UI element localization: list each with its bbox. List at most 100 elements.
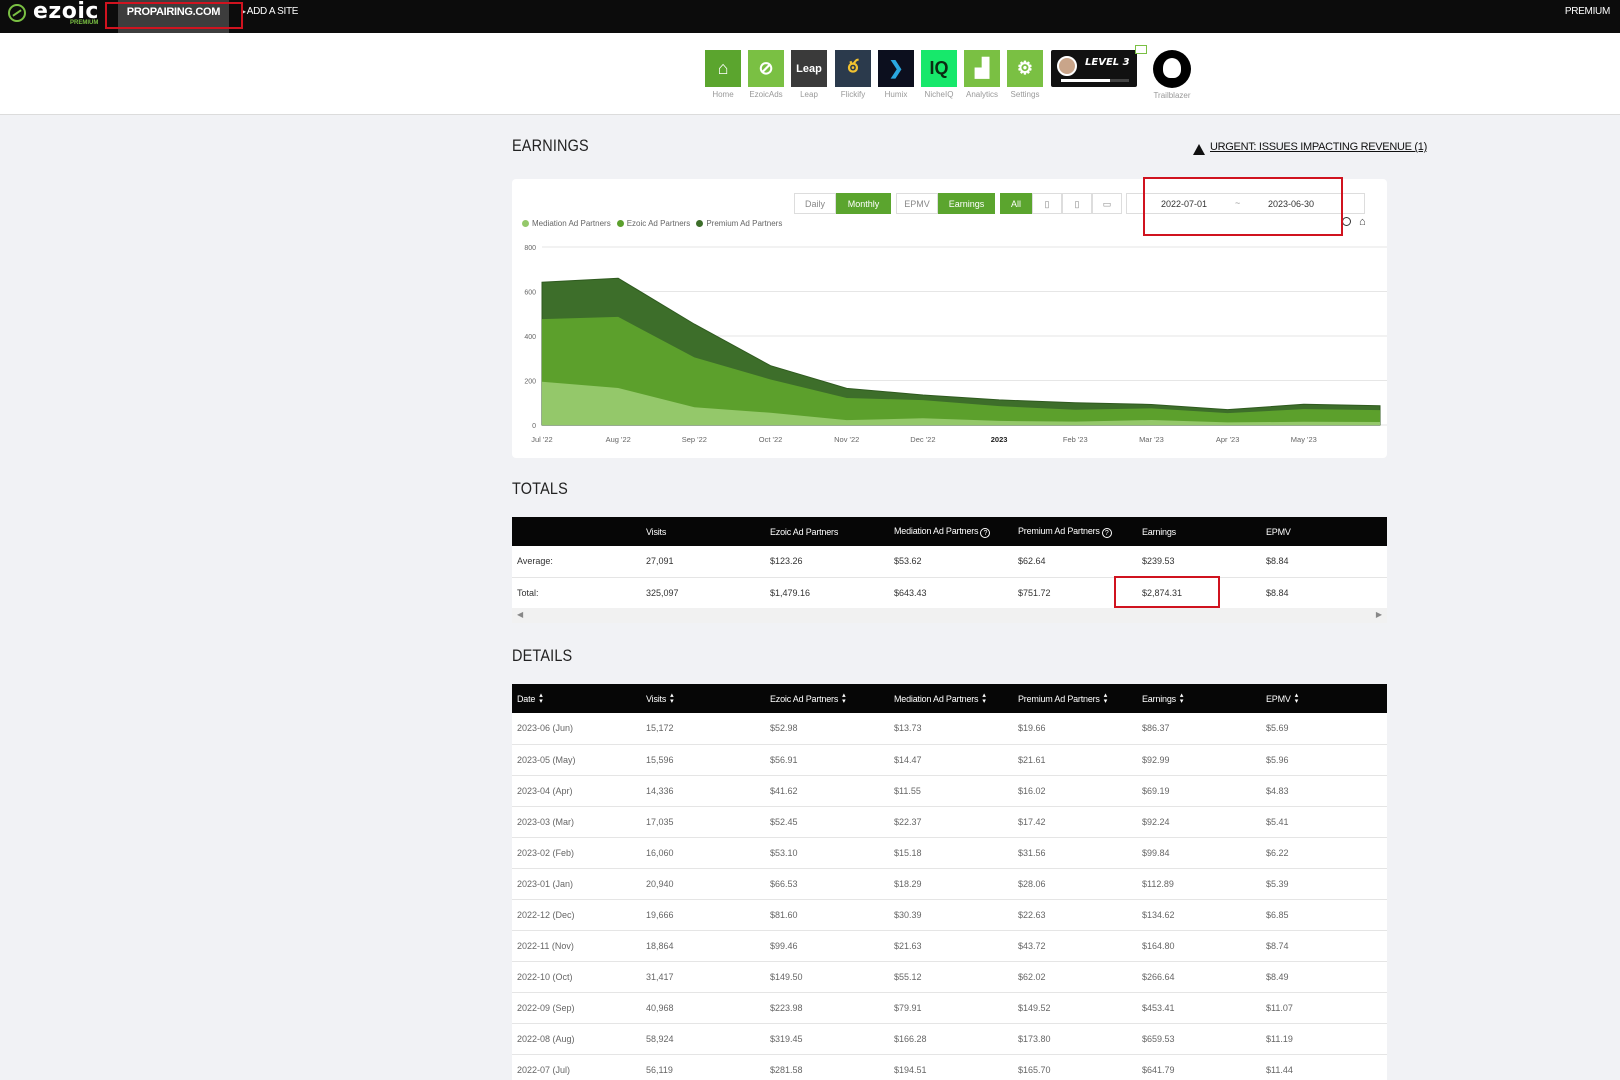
column-header[interactable]: Earnings ▴ ▾: [1137, 684, 1261, 713]
table-cell: $5.96: [1261, 744, 1387, 776]
details-header-row: Date ▴ ▾ Visits ▴ ▾ Ezoic Ad Partners ▴ ▾ Mediati…: [512, 684, 1387, 713]
table-cell: $6.22: [1261, 837, 1387, 869]
table-cell: $17.42: [1013, 806, 1137, 838]
avatar: [1057, 56, 1077, 76]
help-icon[interactable]: ?: [1101, 527, 1112, 538]
column-header[interactable]: Date ▴ ▾: [512, 684, 641, 713]
area-series-mediation-ad-partners[interactable]: [542, 381, 1380, 425]
add-site-link[interactable]: ADD A SITE: [242, 6, 299, 17]
app-settings[interactable]: ⚙ Settings: [1006, 50, 1044, 99]
sort-icon[interactable]: ▴ ▾: [1180, 692, 1184, 705]
table-cell: $52.45: [765, 806, 889, 838]
premium-link[interactable]: PREMIUM: [1565, 6, 1610, 17]
column-header[interactable]: Ezoic Ad Partners ▴ ▾: [765, 684, 889, 713]
app-ezoicads[interactable]: ⊘ EzoicAds: [747, 50, 785, 99]
table-cell: 2022-08 (Aug): [512, 1023, 641, 1055]
table-cell: $92.99: [1137, 744, 1261, 776]
area-series-ezoic-ad-partners[interactable]: [542, 316, 1380, 425]
sort-icon[interactable]: ▴ ▾: [1104, 692, 1108, 705]
legend-dot: [696, 220, 704, 227]
table-cell: $53.62: [889, 546, 1013, 578]
table-cell: $19.66: [1013, 713, 1137, 745]
y-tick-label: 200: [524, 379, 536, 386]
table-cell: $5.39: [1261, 868, 1387, 900]
logo-sub: PREMIUM: [70, 20, 99, 26]
analytics-icon: ▟: [964, 50, 1000, 87]
y-tick-label: 400: [524, 334, 536, 341]
level-badge[interactable]: LEVEL 3: [1051, 50, 1137, 87]
sort-icon[interactable]: ▴ ▾: [982, 692, 986, 705]
app-trailblazer[interactable]: Trailblazer: [1153, 50, 1191, 100]
table-cell: $66.53: [765, 868, 889, 900]
app-nicheiq[interactable]: IQ NicheIQ: [920, 50, 958, 99]
table-cell: $641.79: [1137, 1054, 1261, 1080]
chart-home-icon[interactable]: ⌂: [1359, 216, 1366, 228]
table-cell: $13.73: [889, 713, 1013, 745]
site-highlight-box: [105, 2, 243, 29]
table-cell: $16.02: [1013, 775, 1137, 807]
table-cell: $55.12: [889, 961, 1013, 993]
tablet-device-button[interactable]: ▯: [1062, 193, 1092, 214]
table-row: 2022-11 (Nov) 18,864 $99.46 $21.63 $43.72 $16…: [512, 930, 1387, 962]
mail-icon[interactable]: [1135, 45, 1147, 54]
app-label: Home: [712, 90, 734, 99]
totals-scrollbar[interactable]: ◀ ▶: [512, 608, 1387, 623]
sort-icon[interactable]: ▴ ▾: [539, 692, 543, 705]
all-devices-button[interactable]: All: [1000, 193, 1032, 214]
area-series-premium-ad-partners[interactable]: [541, 277, 1381, 426]
legend-label: Mediation Ad Partners: [532, 219, 611, 228]
help-icon[interactable]: ?: [980, 527, 991, 538]
table-cell: $22.37: [889, 806, 1013, 838]
column-header: Ezoic Ad Partners: [765, 517, 889, 546]
app-home[interactable]: ⌂ Home: [704, 50, 742, 99]
nicheiq-icon: IQ: [921, 50, 957, 87]
table-cell: $112.89: [1137, 868, 1261, 900]
app-leap[interactable]: Leap Leap: [790, 50, 828, 99]
table-cell: $86.37: [1137, 713, 1261, 745]
legend-item[interactable]: Ezoic Ad Partners: [616, 219, 690, 228]
zoom-icon[interactable]: [1342, 217, 1351, 226]
app-analytics[interactable]: ▟ Analytics: [963, 50, 1001, 99]
table-cell: $1,479.16: [765, 577, 889, 609]
desktop-device-button[interactable]: ▭: [1092, 193, 1122, 214]
monthly-button[interactable]: Monthly: [836, 193, 891, 214]
table-cell: $643.43: [889, 577, 1013, 609]
column-header[interactable]: Premium Ad Partners ▴ ▾: [1013, 684, 1137, 713]
earnings-title: EARNINGS: [512, 136, 589, 155]
legend-item[interactable]: Premium Ad Partners: [696, 219, 782, 228]
tablet-icon: ▯: [1074, 199, 1080, 209]
table-row: 2022-12 (Dec) 19,666 $81.60 $30.39 $22.63 $13…: [512, 899, 1387, 931]
ezoic-logo[interactable]: ezoic PREMIUM: [8, 0, 99, 30]
mobile-device-button[interactable]: ▯: [1032, 193, 1062, 214]
app-flickify[interactable]: ఠ Flickify: [834, 50, 872, 99]
level-progress-bar: [1061, 79, 1129, 82]
chart-legend: Mediation Ad Partners Ezoic Ad Partners Pr…: [522, 219, 788, 228]
sort-icon[interactable]: ▴ ▾: [1295, 692, 1299, 705]
app-humix[interactable]: ❯ Humix: [877, 50, 915, 99]
legend-item[interactable]: Mediation Ad Partners: [522, 219, 611, 228]
column-header[interactable]: Mediation Ad Partners ▴ ▾: [889, 684, 1013, 713]
column-header[interactable]: Visits ▴ ▾: [641, 684, 765, 713]
sort-icon[interactable]: ▴ ▾: [670, 692, 674, 705]
app-label: Flickify: [840, 90, 866, 99]
app-label: Leap: [800, 90, 818, 99]
daily-button[interactable]: Daily: [794, 193, 836, 214]
scroll-right-icon[interactable]: ▶: [1376, 610, 1382, 619]
table-cell: $319.45: [765, 1023, 889, 1055]
urgent-issues-link[interactable]: URGENT: ISSUES IMPACTING REVENUE (1): [1210, 141, 1427, 153]
column-header: EPMV: [1261, 517, 1387, 546]
column-header[interactable]: EPMV ▴ ▾: [1261, 684, 1387, 713]
table-cell: $30.39: [889, 899, 1013, 931]
y-tick-label: 600: [524, 290, 536, 297]
table-cell: $28.06: [1013, 868, 1137, 900]
table-cell: $123.26: [765, 546, 889, 578]
column-header-label: Mediation Ad Partners: [894, 693, 979, 704]
table-cell: $8.84: [1261, 577, 1387, 609]
table-cell: $31.56: [1013, 837, 1137, 869]
ezoic-logo-icon: [8, 4, 26, 22]
scroll-left-icon[interactable]: ◀: [517, 610, 523, 619]
table-cell: $6.85: [1261, 899, 1387, 931]
earnings-button[interactable]: Earnings: [938, 193, 995, 214]
sort-icon[interactable]: ▴ ▾: [842, 692, 846, 705]
epmv-button[interactable]: EPMV: [896, 193, 938, 214]
